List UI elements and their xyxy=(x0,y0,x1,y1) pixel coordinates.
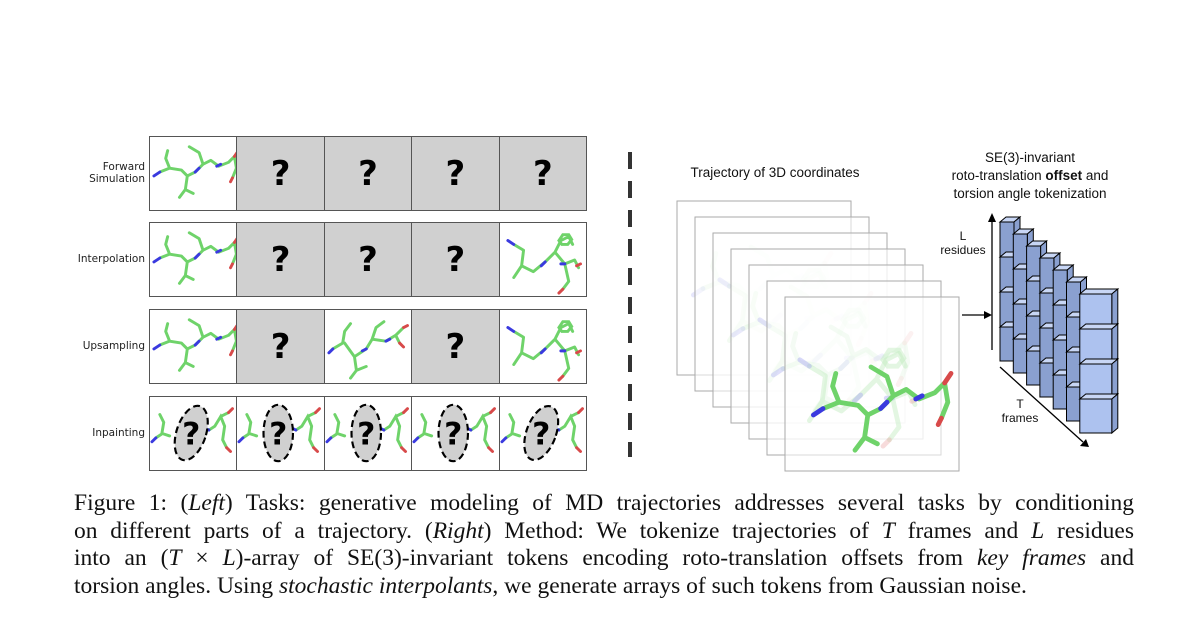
caption-line: into an (T × L)-array of SE(3)-invariant… xyxy=(74,545,1134,573)
masked-frame: ? xyxy=(324,137,413,210)
caption-text: Figure 1: ( xyxy=(74,490,189,516)
question-mark-icon: ? xyxy=(532,153,553,194)
caption-text: frames and xyxy=(894,517,1032,544)
inpaint-structure: ? xyxy=(325,403,409,463)
inpaint-structure: ? xyxy=(237,403,322,463)
known-frame-structure xyxy=(499,223,587,296)
inpainting-frame: ? xyxy=(499,397,587,470)
caption-emphasis: L xyxy=(1031,517,1045,544)
row-label-line: Inpainting xyxy=(92,427,145,439)
inpaint-structure: ? xyxy=(150,404,234,462)
molecule-icon xyxy=(506,320,582,382)
title-text-part: roto-translation xyxy=(951,168,1046,183)
question-mark-icon: ? xyxy=(445,326,466,367)
question-mark-icon: ? xyxy=(182,417,200,453)
caption-emphasis: L xyxy=(222,545,236,571)
row-label-line: Forward xyxy=(102,161,145,173)
inpainting-frame: ? xyxy=(412,397,500,470)
figure: Forward Simulation???? Interpolation??? Ups… xyxy=(0,0,1182,626)
masked-frame: ? xyxy=(499,137,587,210)
caption-text: , we generate arrays of such tokens from… xyxy=(492,572,1027,599)
molecule-icon xyxy=(506,233,582,295)
question-mark-icon: ? xyxy=(270,239,291,280)
caption-text: on different parts of a trajectory. ( xyxy=(74,517,433,544)
row-label-line: Interpolation xyxy=(77,253,145,265)
caption-emphasis: key frames xyxy=(976,545,1087,571)
caption-text: ) Method: We tokenize trajectories of xyxy=(483,517,882,544)
question-mark-icon: ? xyxy=(270,153,291,194)
known-frame-structure xyxy=(150,310,238,383)
row-label-forward-simulation: Forward Simulation xyxy=(5,161,145,185)
known-frame-structure xyxy=(324,310,413,383)
caption-emphasis: T xyxy=(881,517,895,544)
inpaint-structure: ? xyxy=(500,404,584,462)
molecule-icon xyxy=(152,231,237,285)
question-mark-icon: ? xyxy=(444,417,462,453)
masked-frame: ? xyxy=(412,223,500,296)
tokenization-title-line1: SE(3)-invariant xyxy=(984,150,1076,165)
caption-text: torsion angles. Using xyxy=(74,572,279,599)
caption-emphasis: Left xyxy=(188,490,225,516)
masked-frame: ? xyxy=(412,137,500,210)
arrowhead xyxy=(984,311,992,319)
caption-emphasis: stochastic interpolants xyxy=(278,572,493,599)
title-text-part: and xyxy=(1082,168,1109,183)
masked-frame: ? xyxy=(412,310,500,383)
task-row-inpainting: ? ? ? ? ? xyxy=(149,396,587,471)
question-mark-icon: ? xyxy=(358,153,378,194)
trajectory-title: Trajectory of 3D coordinates xyxy=(690,165,860,180)
question-mark-icon: ? xyxy=(270,326,291,367)
caption-emphasis: Right xyxy=(432,517,484,544)
known-frame-structure xyxy=(150,137,238,210)
caption-text: residues xyxy=(1044,517,1134,544)
row-label-interpolation: Interpolation xyxy=(5,253,145,265)
task-row-interpolation: ??? xyxy=(149,222,587,297)
caption-line: torsion angles. Using stochastic interpo… xyxy=(74,573,1134,601)
token-cube xyxy=(1078,357,1120,400)
task-row-upsampling: ?? xyxy=(149,309,587,384)
question-mark-icon: ? xyxy=(270,417,288,453)
molecule-icon xyxy=(152,318,237,372)
question-mark-icon: ? xyxy=(357,417,375,453)
masked-frame: ? xyxy=(237,137,325,210)
caption-text: × xyxy=(181,545,223,571)
molecule-icon xyxy=(327,320,409,380)
molecule-icon xyxy=(152,145,237,199)
caption-line: on different parts of a trajectory. (Rig… xyxy=(74,518,1134,546)
token-cube xyxy=(1078,287,1120,330)
caption-text: ) Tasks: generative modeling of MD traje… xyxy=(224,490,1134,516)
inpainting-frame: ? xyxy=(150,397,238,470)
masked-frame: ? xyxy=(237,223,325,296)
question-mark-icon: ? xyxy=(445,239,466,280)
caption-text: into an ( xyxy=(74,545,169,571)
row-label-line: Simulation xyxy=(89,173,145,185)
row-label-line: Upsampling xyxy=(82,340,145,352)
method-diagram xyxy=(676,200,1120,472)
title-bold-offset: offset xyxy=(1045,168,1083,183)
inpainting-frame: ? xyxy=(237,397,325,470)
caption-text: and xyxy=(1086,545,1134,571)
row-label-inpainting: Inpainting xyxy=(5,427,145,439)
caption-line: Figure 1: (Left) Tasks: generative model… xyxy=(74,490,1134,518)
masked-frame: ? xyxy=(324,223,413,296)
caption-emphasis: T xyxy=(168,545,182,571)
token-cube xyxy=(1078,392,1120,435)
row-label-upsampling: Upsampling xyxy=(5,340,145,352)
tokenization-title-line2: roto-translation offset and xyxy=(900,167,1160,185)
token-cube xyxy=(1078,322,1120,365)
known-frame-structure xyxy=(150,223,238,296)
figure-caption: Figure 1: (Left) Tasks: generative model… xyxy=(74,490,1134,600)
trajectory-frame xyxy=(784,296,960,472)
task-row-forward-simulation: ???? xyxy=(149,136,587,211)
arrowhead xyxy=(988,213,996,222)
caption-text: )-array of SE(3)-invariant tokens encodi… xyxy=(235,545,977,571)
inpainting-frame: ? xyxy=(324,397,413,470)
question-mark-icon: ? xyxy=(358,239,378,280)
inpaint-structure: ? xyxy=(412,403,497,463)
known-frame-structure xyxy=(499,310,587,383)
question-mark-icon: ? xyxy=(532,417,550,453)
masked-frame: ? xyxy=(237,310,325,383)
panel-divider xyxy=(628,152,632,457)
question-mark-icon: ? xyxy=(445,153,466,194)
